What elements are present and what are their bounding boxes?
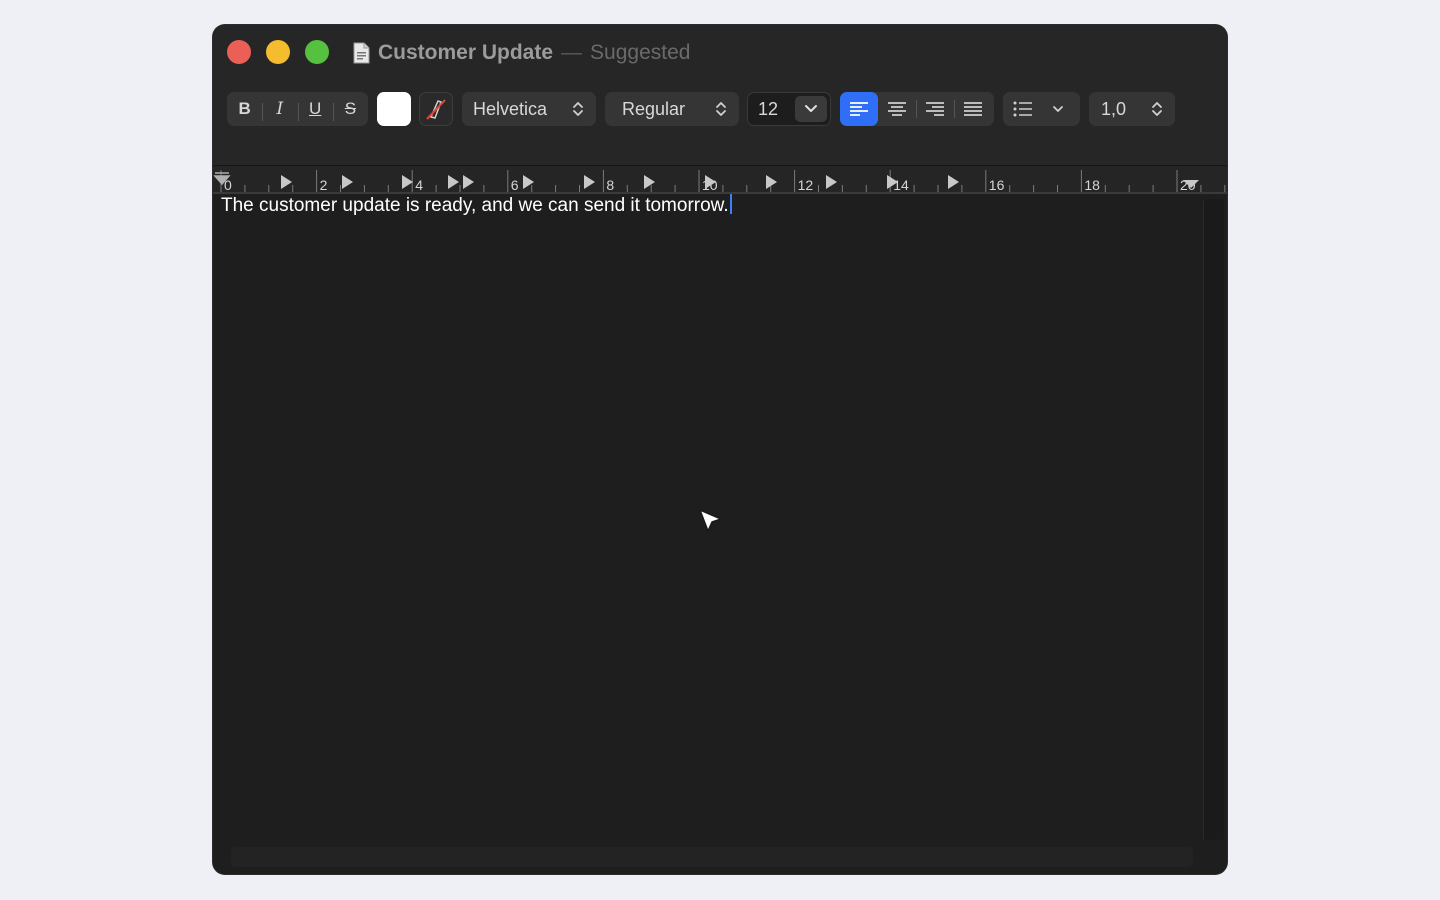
document-text-content: The customer update is ready, and we can… [221, 195, 729, 216]
align-right-button[interactable] [916, 92, 954, 126]
ruler-label: 4 [415, 177, 423, 193]
title-separator: — [561, 41, 583, 64]
title-status: Suggested [590, 41, 691, 64]
ruler-label: 16 [989, 177, 1005, 193]
tab-stop-marker[interactable] [766, 175, 777, 189]
textedit-window: Customer Update — Suggested B I U S Helv… [213, 25, 1227, 874]
tab-stop-marker[interactable] [584, 175, 595, 189]
titlebar: Customer Update — Suggested B I U S Helv… [213, 25, 1227, 166]
ruler-label: 12 [798, 177, 814, 193]
align-left-button[interactable] [840, 92, 878, 126]
ruler-label: 6 [511, 177, 519, 193]
ruler-label: 2 [320, 177, 328, 193]
tab-stop-marker[interactable] [448, 175, 459, 189]
document-icon [353, 42, 370, 64]
line-spacing-popup[interactable]: 1,0 [1089, 92, 1175, 126]
alignment-buttons [840, 92, 994, 126]
mouse-pointer-icon [699, 509, 722, 532]
text-color-well[interactable] [377, 92, 411, 126]
align-center-button[interactable] [878, 92, 916, 126]
font-size-combo[interactable]: 12 [747, 92, 831, 126]
highlight-color-well[interactable] [419, 92, 453, 126]
ruler-label: 14 [893, 177, 909, 193]
line-spacing-value: 1,0 [1101, 98, 1127, 119]
underline-button[interactable]: U [297, 99, 333, 121]
horizontal-scrollbar[interactable] [231, 847, 1193, 867]
up-down-chevron-icon [1152, 102, 1162, 116]
strikethrough-button[interactable]: S [332, 99, 368, 121]
text-style-buttons: B I U S [227, 92, 368, 126]
bullet-list-icon [1013, 101, 1032, 117]
tab-stop-marker[interactable] [342, 175, 353, 189]
tab-stop-marker[interactable] [948, 175, 959, 189]
font-style-value: Regular [622, 98, 686, 119]
chevron-down-icon [1053, 106, 1063, 112]
window-title-row: Customer Update — Suggested [353, 39, 690, 67]
ruler-scale: 02468101214161820 [213, 170, 1227, 193]
tab-stop-marker[interactable] [523, 175, 534, 189]
minimize-button[interactable] [266, 40, 290, 64]
ruler[interactable]: 02468101214161820 [213, 166, 1227, 194]
chevron-down-icon [805, 105, 817, 112]
font-family-value: Helvetica [473, 98, 548, 119]
vertical-scrollbar[interactable] [1203, 199, 1224, 840]
ruler-label: 18 [1084, 177, 1100, 193]
zoom-button[interactable] [305, 40, 329, 64]
tab-stop-marker[interactable] [644, 175, 655, 189]
up-down-chevron-icon [716, 102, 726, 116]
align-center-icon [888, 102, 906, 116]
list-style-popup[interactable] [1003, 92, 1080, 126]
font-family-popup[interactable]: Helvetica [462, 92, 596, 126]
ruler-label: 8 [606, 177, 614, 193]
bold-button[interactable]: B [227, 99, 262, 119]
close-button[interactable] [227, 40, 251, 64]
align-left-icon [850, 102, 868, 116]
font-size-value[interactable]: 12 [747, 99, 795, 120]
text-caret [729, 194, 732, 214]
window-title: Customer Update [378, 41, 554, 64]
align-right-icon [926, 102, 944, 116]
up-down-chevron-icon [573, 102, 583, 116]
tab-stop-marker[interactable] [402, 175, 413, 189]
justify-button[interactable] [954, 92, 992, 126]
font-size-dropdown-button[interactable] [795, 96, 827, 122]
font-style-popup[interactable]: Regular [605, 92, 739, 126]
justify-icon [964, 102, 982, 116]
no-highlight-icon [426, 99, 446, 120]
italic-button[interactable]: I [262, 99, 297, 121]
tab-stop-marker[interactable] [826, 175, 837, 189]
tab-stop-marker[interactable] [281, 175, 292, 189]
tab-stop-marker[interactable] [463, 175, 474, 189]
document-text[interactable]: The customer update is ready, and we can… [221, 194, 732, 218]
